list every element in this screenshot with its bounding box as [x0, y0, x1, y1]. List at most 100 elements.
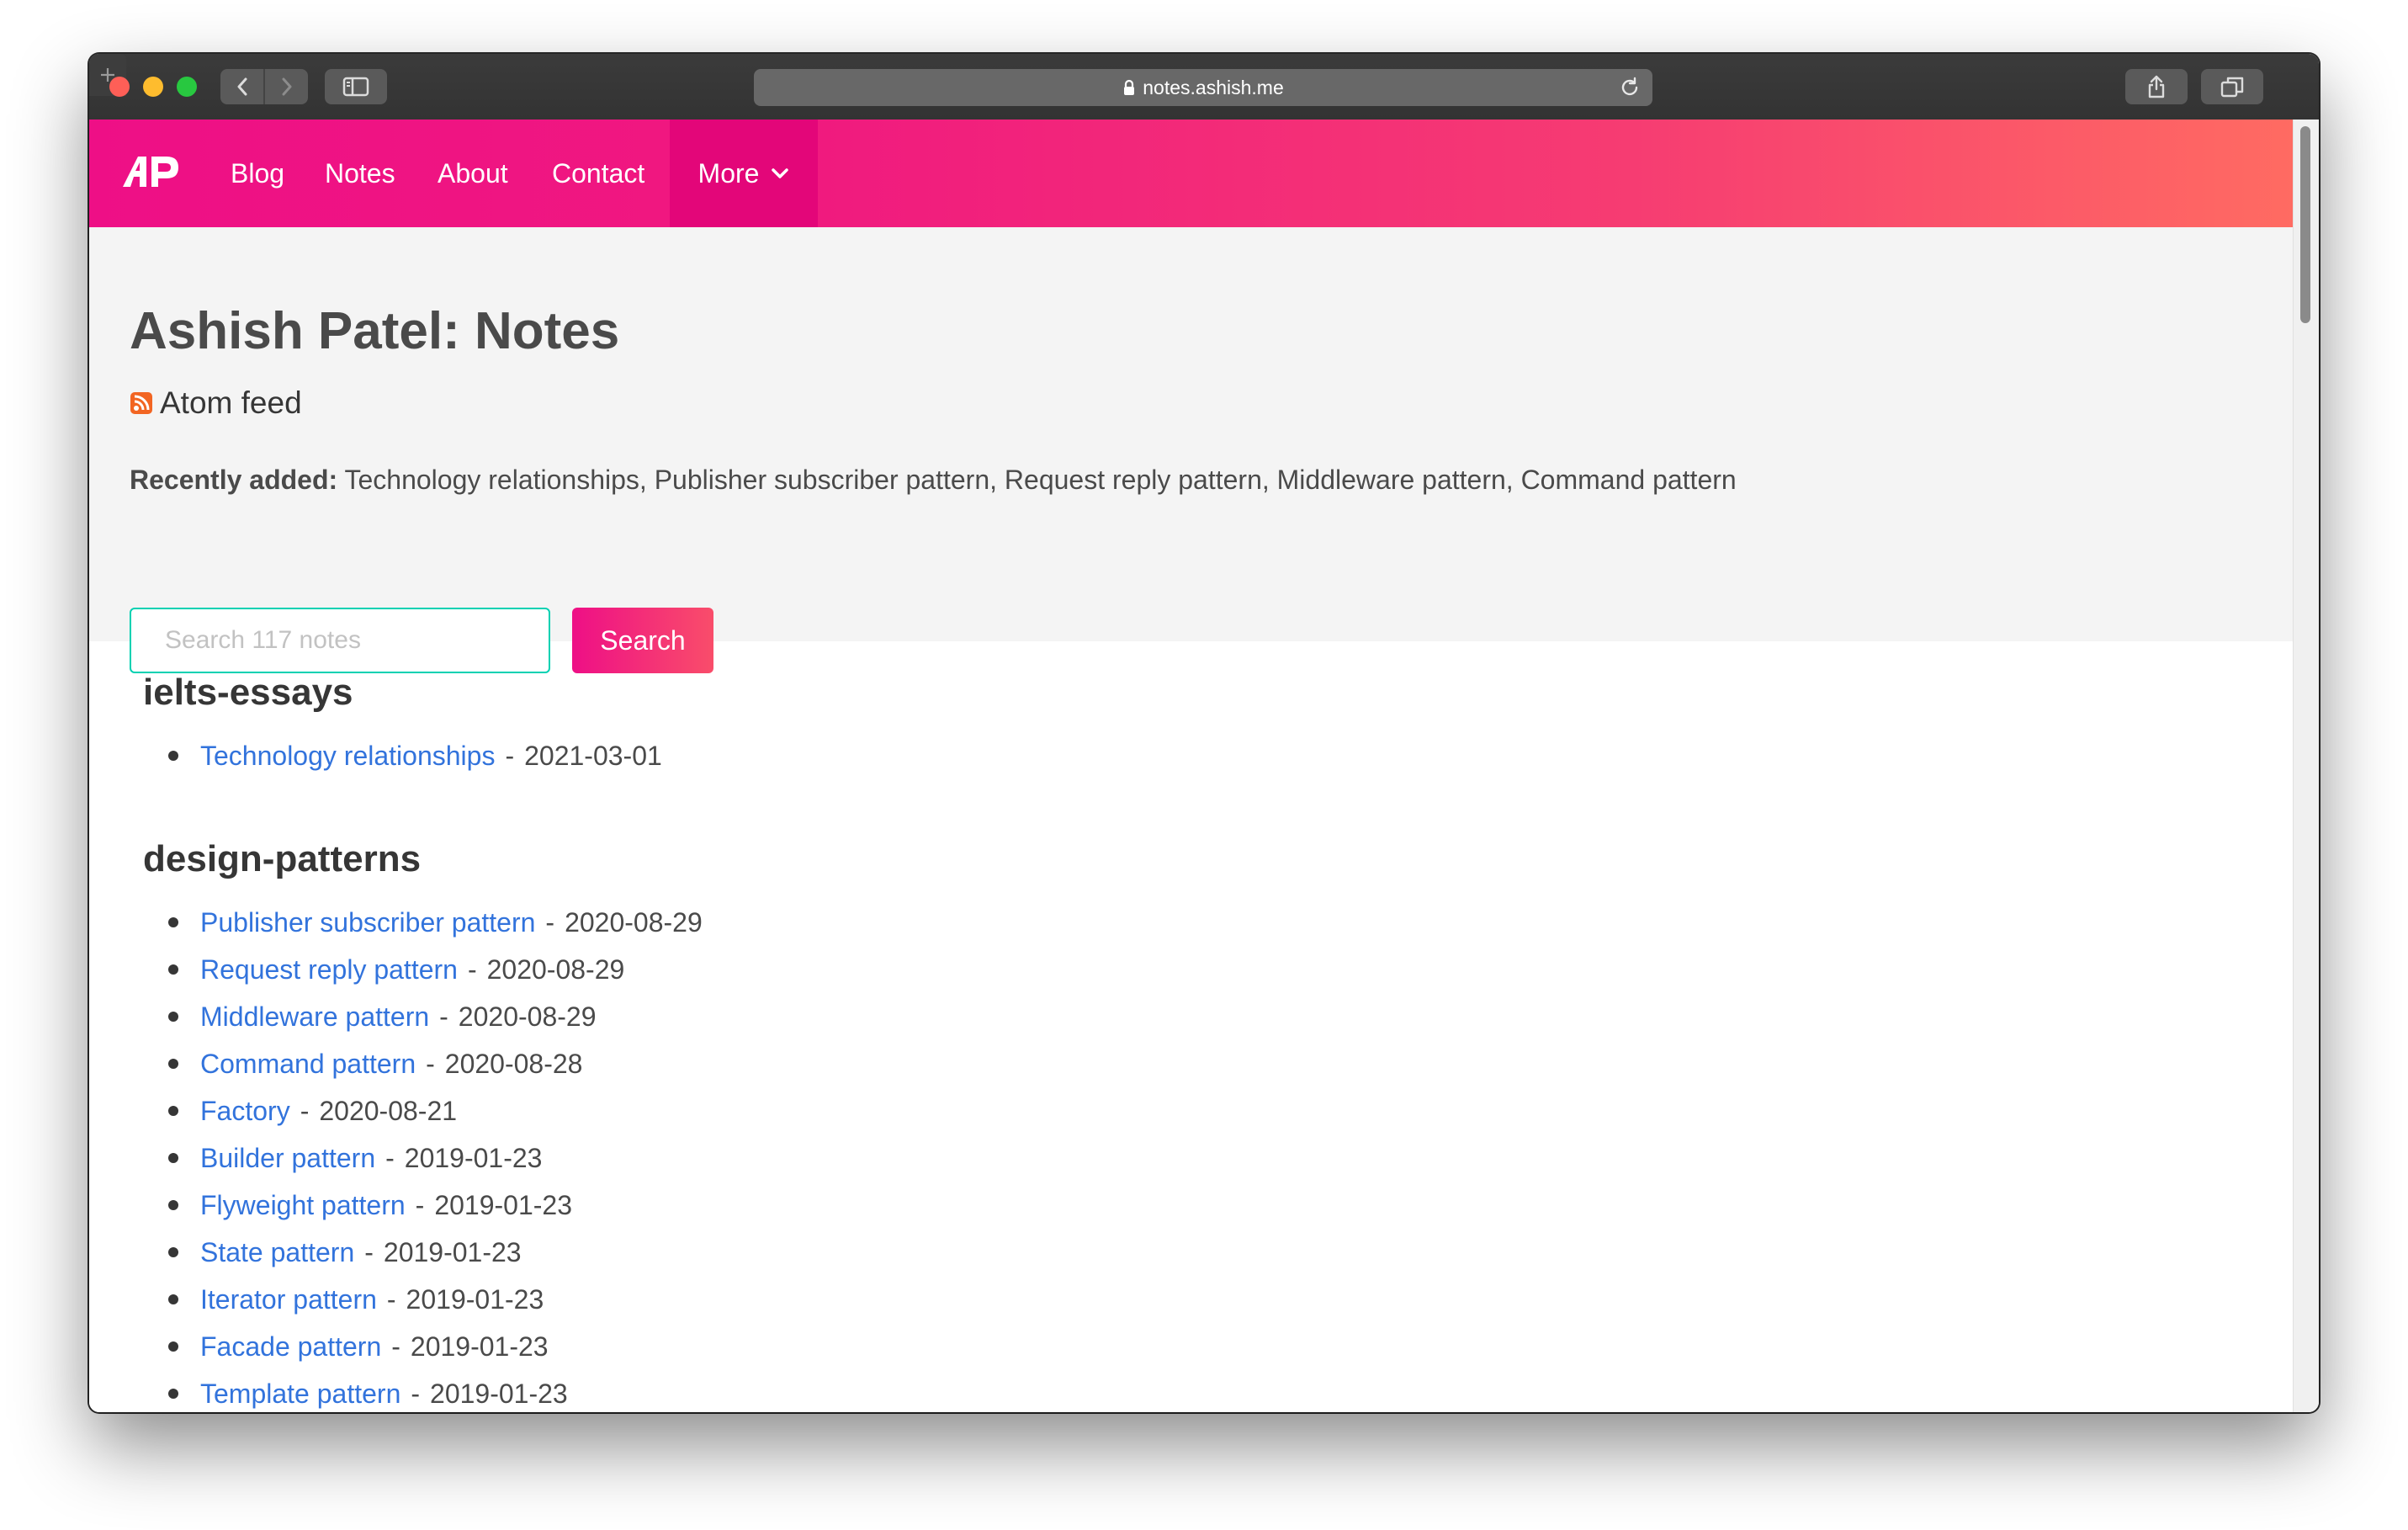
browser-toolbar: notes.ashish.me — [89, 54, 2319, 121]
separator-dash: - — [439, 1001, 448, 1032]
list-item: Facade pattern -2019-01-23 — [143, 1323, 703, 1370]
list-item: State pattern -2019-01-23 — [143, 1229, 703, 1276]
bullet-icon — [168, 1012, 178, 1022]
note-link[interactable]: Builder pattern — [200, 1143, 375, 1174]
rss-icon — [130, 392, 152, 414]
note-link[interactable]: Flyweight pattern — [200, 1190, 406, 1221]
nav-more-label: More — [697, 157, 760, 189]
nav-link-about[interactable]: About — [438, 120, 508, 227]
note-link[interactable]: Technology relationships — [200, 741, 495, 772]
note-link[interactable]: Template pattern — [200, 1379, 400, 1410]
note-link[interactable]: State pattern — [200, 1237, 354, 1268]
note-date: 2019-01-23 — [406, 1283, 544, 1315]
note-date: 2020-08-29 — [458, 1001, 597, 1032]
list-item: Iterator pattern -2019-01-23 — [143, 1276, 703, 1323]
note-date: 2019-01-23 — [404, 1142, 543, 1173]
nav-link-notes[interactable]: Notes — [325, 120, 395, 227]
separator-dash: - — [300, 1095, 310, 1126]
note-link[interactable]: Factory — [200, 1096, 290, 1127]
atom-feed-link[interactable]: Atom feed — [130, 385, 302, 421]
bullet-icon — [168, 1153, 178, 1163]
separator-dash: - — [364, 1236, 374, 1267]
section-heading: design-patterns — [143, 838, 422, 879]
list-item: Command pattern -2020-08-28 — [143, 1040, 703, 1087]
tab-overview-button[interactable] — [2201, 69, 2263, 104]
site-navbar: Blog Notes About Contact More — [89, 120, 2294, 227]
list-item: Request reply pattern -2020-08-29 — [143, 946, 703, 993]
search-button[interactable]: Search — [572, 608, 713, 673]
bullet-icon — [168, 1247, 178, 1257]
reload-icon[interactable] — [1619, 77, 1641, 104]
separator-dash: - — [545, 906, 555, 938]
note-date: 2020-08-28 — [444, 1048, 583, 1079]
list-item: Middleware pattern -2020-08-29 — [143, 993, 703, 1040]
note-link[interactable]: Facade pattern — [200, 1331, 381, 1363]
bullet-icon — [168, 1294, 178, 1304]
share-icon — [2148, 75, 2165, 98]
share-button[interactable] — [2125, 69, 2188, 104]
bullet-icon — [168, 1389, 178, 1399]
forward-button[interactable] — [263, 69, 308, 104]
nav-link-blog[interactable]: Blog — [231, 120, 284, 227]
separator-dash: - — [385, 1142, 395, 1173]
bullet-icon — [168, 1059, 178, 1069]
atom-feed-label: Atom feed — [160, 385, 302, 420]
page-viewport: Blog Notes About Contact More Ashish Pat… — [89, 120, 2294, 1412]
sidebar-icon — [342, 77, 369, 97]
section-heading: ielts-essays — [143, 672, 353, 713]
nav-more-dropdown[interactable]: More — [670, 120, 818, 227]
list-item: Factory -2020-08-21 — [143, 1087, 703, 1134]
tabs-icon — [2220, 77, 2244, 98]
separator-dash: - — [386, 1283, 396, 1315]
separator-dash: - — [391, 1331, 400, 1362]
list-item: Flyweight pattern -2019-01-23 — [143, 1182, 703, 1229]
list-item: Technology relationships - 2021-03-01 — [143, 732, 662, 779]
list-item: Publisher subscriber pattern -2020-08-29 — [143, 899, 703, 946]
bullet-icon — [168, 1200, 178, 1210]
bullet-icon — [168, 917, 178, 927]
separator-dash: - — [426, 1048, 435, 1079]
recently-added: Recently added: Technology relationships… — [130, 465, 1737, 496]
sidebar-toggle-button[interactable] — [325, 69, 387, 104]
list-item: Template pattern -2019-01-23 — [143, 1370, 703, 1412]
note-date: 2019-01-23 — [410, 1331, 549, 1362]
zoom-window-button[interactable] — [177, 77, 197, 97]
notes-list-ielts-essays: Technology relationships - 2021-03-01 — [143, 732, 662, 779]
note-date: 2020-08-29 — [486, 954, 625, 985]
site-logo[interactable] — [121, 153, 180, 194]
recently-added-items: Technology relationships, Publisher subs… — [344, 465, 1737, 495]
note-date: 2019-01-23 — [383, 1236, 522, 1267]
list-item: Builder pattern -2019-01-23 — [143, 1134, 703, 1182]
separator-dash: - — [467, 954, 477, 985]
separator-dash: - — [415, 1189, 425, 1220]
url-text: notes.ashish.me — [1143, 76, 1284, 98]
nav-link-contact[interactable]: Contact — [552, 120, 644, 227]
note-link[interactable]: Publisher subscriber pattern — [200, 907, 535, 938]
chevron-down-icon — [772, 168, 789, 178]
bullet-icon — [168, 1341, 178, 1352]
note-date: 2019-01-23 — [430, 1378, 568, 1409]
search-input[interactable] — [130, 608, 550, 673]
bullet-icon — [168, 964, 178, 975]
note-date: 2021-03-01 — [524, 740, 662, 771]
chevron-right-icon — [282, 77, 291, 96]
page-title: Ashish Patel: Notes — [130, 302, 620, 360]
note-link[interactable]: Iterator pattern — [200, 1284, 377, 1315]
close-window-button[interactable] — [109, 77, 130, 97]
recently-added-label: Recently added: — [130, 465, 338, 495]
separator-dash: - — [411, 1378, 421, 1409]
bullet-icon — [168, 751, 178, 761]
address-bar[interactable]: notes.ashish.me — [754, 69, 1652, 106]
back-button[interactable] — [220, 69, 263, 104]
page-scrollbar[interactable] — [2293, 120, 2319, 1412]
note-link[interactable]: Command pattern — [200, 1049, 416, 1080]
note-link[interactable]: Request reply pattern — [200, 954, 458, 985]
note-link[interactable]: Middleware pattern — [200, 1001, 429, 1033]
chevron-left-icon — [237, 77, 247, 96]
note-date: 2020-08-21 — [319, 1095, 458, 1126]
ap-logo-icon — [123, 157, 178, 187]
scrollbar-thumb[interactable] — [2300, 126, 2310, 323]
minimize-window-button[interactable] — [143, 77, 163, 97]
bullet-icon — [168, 1106, 178, 1116]
lock-icon — [1122, 79, 1136, 96]
